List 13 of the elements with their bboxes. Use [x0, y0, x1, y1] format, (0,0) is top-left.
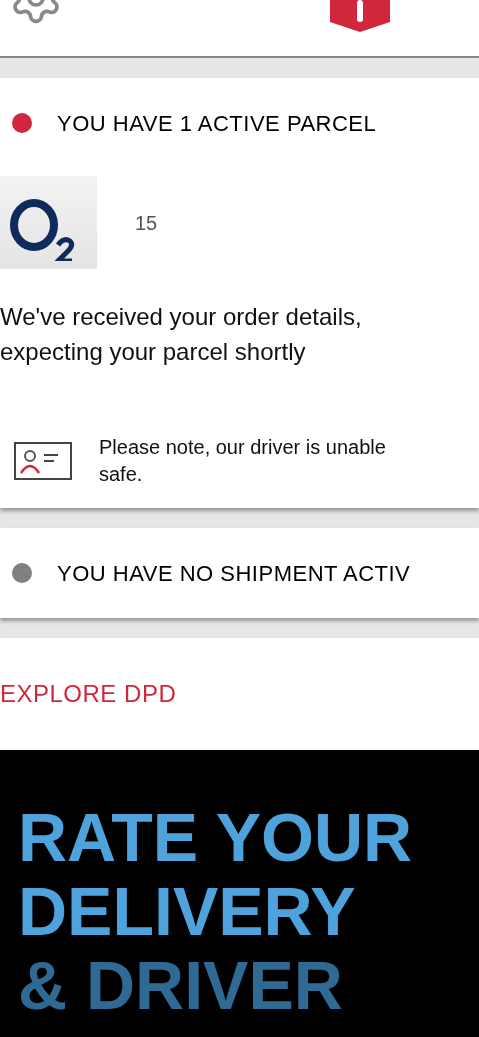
- rate-banner[interactable]: RATE YOUR DELIVERY & DRIVER: [0, 750, 479, 1037]
- tracking-number: 15: [135, 210, 158, 236]
- parcel-card[interactable]: YOU HAVE 1 ACTIVE PARCEL 15 We've received your order details, expecting your parcel shortly Please note, our driver is unable safe.: [0, 78, 479, 508]
- explore-link[interactable]: EXPLORE DPD: [0, 676, 177, 712]
- banner-heading: & DRIVER: [18, 948, 344, 1022]
- status-message: We've received your order details, expecting your parcel shortly: [0, 302, 363, 367]
- banner-heading: DELIVERY: [18, 874, 357, 948]
- driver-note: Please note, our driver is unable safe.: [99, 435, 386, 487]
- section-title: YOU HAVE 1 ACTIVE PARCEL: [57, 109, 377, 138]
- shipment-card[interactable]: YOU HAVE NO SHIPMENT ACTIV: [0, 528, 479, 618]
- banner-heading: RATE YOUR: [18, 800, 414, 874]
- driver-id-icon: [14, 442, 72, 480]
- section-title: YOU HAVE NO SHIPMENT ACTIV: [57, 559, 411, 588]
